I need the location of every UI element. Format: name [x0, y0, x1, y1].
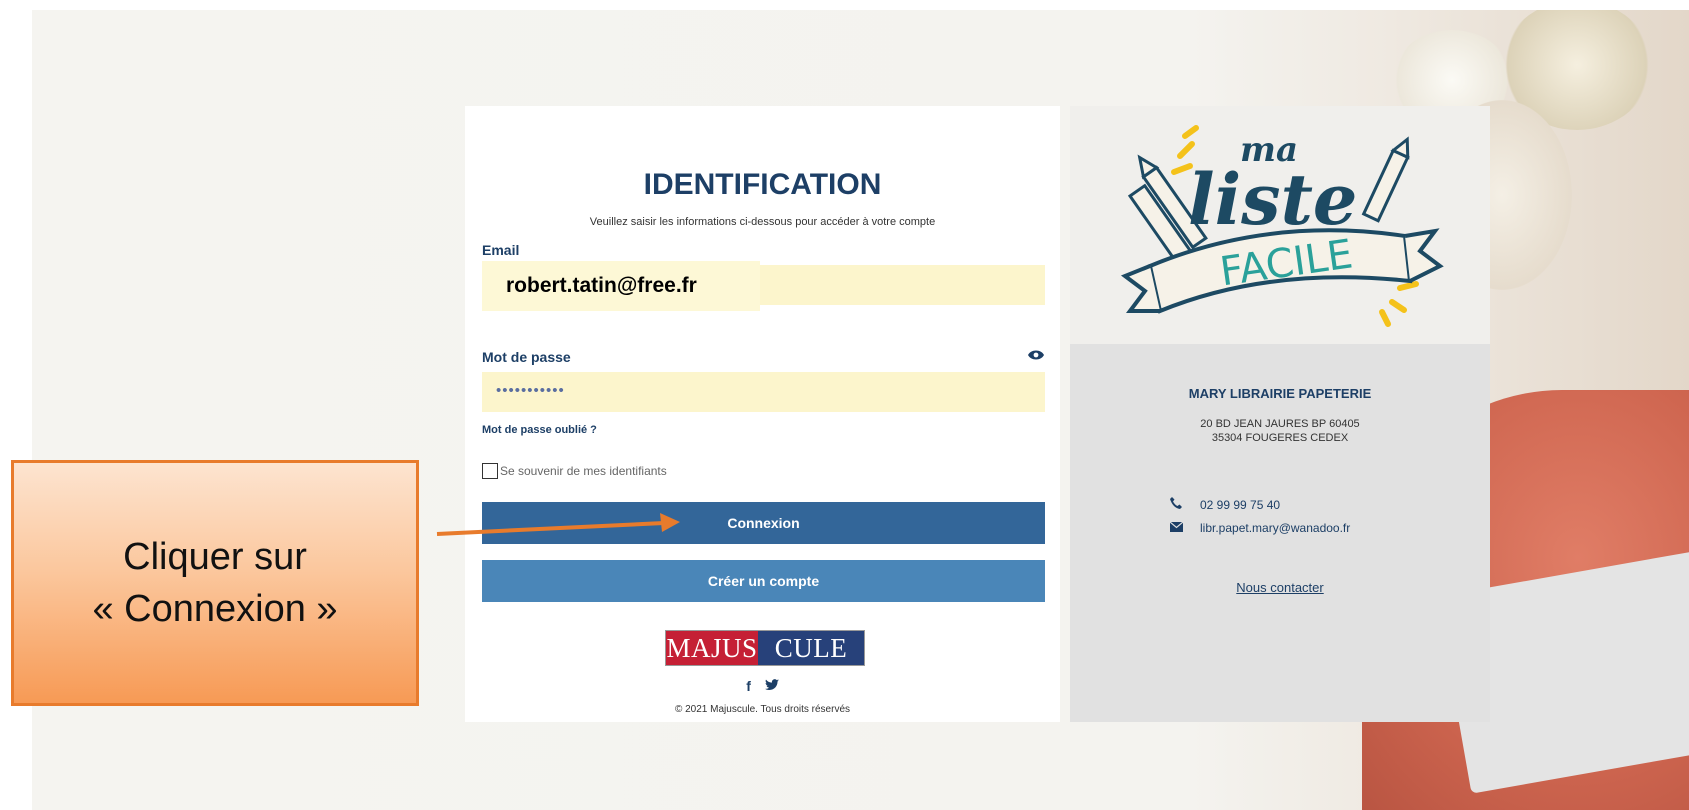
password-label: Mot de passe — [482, 349, 571, 365]
email-value[interactable]: robert.tatin@free.fr — [482, 261, 760, 311]
brand-left: MAJUS — [666, 631, 758, 665]
page-subtitle: Veuillez saisir les informations ci-dess… — [589, 216, 936, 228]
majuscule-logo: MAJUS CULE — [665, 630, 865, 666]
shop-info-panel: MARY LIBRAIRIE PAPETERIE 20 BD JEAN JAUR… — [1070, 344, 1490, 722]
annotation-line1: Cliquer sur — [123, 536, 307, 578]
annotation-line2: « Connexion » — [92, 588, 338, 630]
shop-phone: 02 99 99 75 40 — [1170, 497, 1280, 512]
remember-checkbox[interactable] — [482, 463, 498, 479]
forgot-password-link[interactable]: Mot de passe oublié ? — [482, 424, 597, 436]
ma-liste-facile-logo: ma liste FACILE — [1070, 106, 1490, 344]
shop-address-line2: 35304 FOUGERES CEDEX — [1211, 432, 1349, 444]
mail-icon — [1169, 521, 1184, 535]
remember-me[interactable]: Se souvenir de mes identifiants — [482, 463, 667, 479]
twitter-icon[interactable] — [764, 678, 779, 694]
remember-label: Se souvenir de mes identifiants — [500, 464, 667, 478]
page-title: IDENTIFICATION — [643, 168, 882, 201]
email-label: Email — [482, 242, 520, 258]
phone-icon — [1170, 497, 1184, 512]
annotation-callout: Cliquer sur « Connexion » — [11, 460, 419, 706]
logo-illustration: ma liste FACILE — [1120, 125, 1444, 327]
copyright: © 2021 Majuscule. Tous droits réservés — [674, 704, 851, 715]
contact-link[interactable]: Nous contacter — [1070, 580, 1490, 595]
shop-name: MARY LIBRAIRIE PAPETERIE — [1188, 386, 1372, 401]
brand-right: CULE — [758, 631, 864, 665]
facebook-icon[interactable]: f — [746, 678, 751, 694]
shop-email: libr.papet.mary@wanadoo.fr — [1169, 521, 1350, 535]
social-links: f — [465, 678, 1060, 694]
logo-text-liste: liste — [1188, 158, 1357, 241]
login-button[interactable]: Connexion — [482, 502, 1045, 544]
email-text[interactable]: libr.papet.mary@wanadoo.fr — [1200, 521, 1350, 535]
create-account-button[interactable]: Créer un compte — [482, 560, 1045, 602]
eye-icon[interactable] — [1028, 348, 1044, 366]
shop-address-line1: 20 BD JEAN JAURES BP 60405 — [1200, 418, 1360, 430]
phone-text: 02 99 99 75 40 — [1200, 497, 1281, 512]
annotation-text: Cliquer sur « Connexion » — [92, 531, 337, 635]
login-card: IDENTIFICATION Veuillez saisir les infor… — [465, 106, 1060, 722]
password-field[interactable]: ••••••••••• — [482, 372, 1045, 412]
